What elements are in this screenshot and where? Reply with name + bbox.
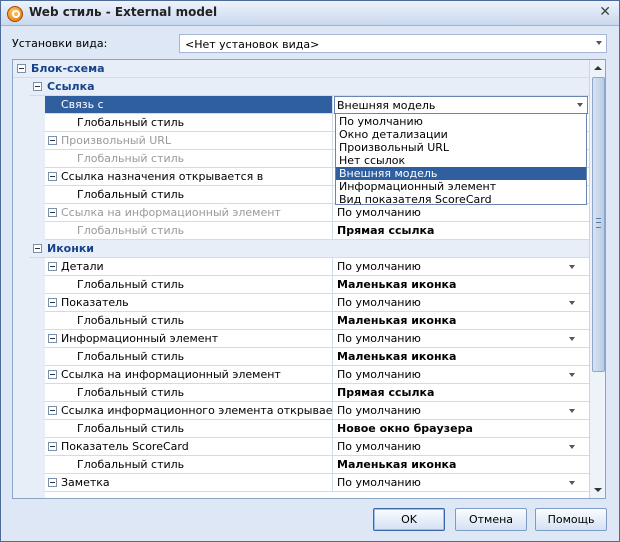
property-name: Глобальный стиль bbox=[45, 276, 333, 293]
property-row[interactable]: Детали По умолчанию bbox=[45, 258, 589, 276]
chevron-down-icon[interactable] bbox=[569, 337, 575, 341]
property-name: Ссылка информационного элемента открывае… bbox=[45, 402, 333, 419]
property-row[interactable]: Ссылка на информационный элемент По умол… bbox=[45, 366, 589, 384]
property-name: Ссылка на информационный элемент bbox=[45, 204, 333, 221]
view-settings-select[interactable]: <Нет установок вида> bbox=[179, 34, 607, 53]
dialog-window: Web стиль - External model ✕ Установки в… bbox=[0, 0, 620, 542]
dropdown-option[interactable]: По умолчанию bbox=[336, 115, 586, 128]
vertical-scrollbar[interactable] bbox=[589, 60, 605, 498]
ok-button[interactable]: OK bbox=[373, 508, 445, 531]
property-row[interactable]: Глобальный стиль Маленькая иконка bbox=[45, 456, 589, 474]
group-link[interactable]: Ссылка bbox=[29, 78, 589, 96]
property-value[interactable]: По умолчанию bbox=[335, 294, 585, 311]
view-settings-label: Установки вида: bbox=[12, 37, 108, 50]
property-value[interactable]: По умолчанию bbox=[335, 366, 585, 383]
chevron-down-icon[interactable] bbox=[569, 445, 575, 449]
property-value[interactable]: По умолчанию bbox=[335, 474, 585, 491]
property-name: Заметка bbox=[45, 474, 333, 491]
property-row[interactable]: Показатель По умолчанию bbox=[45, 294, 589, 312]
property-value[interactable]: Маленькая иконка bbox=[335, 456, 585, 473]
app-logo-icon bbox=[7, 6, 23, 22]
dropdown-option[interactable]: Информационный элемент bbox=[336, 180, 586, 193]
property-value[interactable]: Новое окно браузера bbox=[335, 420, 585, 437]
property-row[interactable]: Глобальный стиль Маленькая иконка bbox=[45, 276, 589, 294]
window-title: Web стиль - External model bbox=[29, 5, 218, 19]
dropdown-option-selected[interactable]: Внешняя модель bbox=[336, 167, 586, 180]
chevron-down-icon[interactable] bbox=[596, 41, 602, 45]
chevron-down-icon[interactable] bbox=[569, 481, 575, 485]
chevron-down-icon[interactable] bbox=[577, 103, 583, 107]
scroll-up-icon[interactable] bbox=[590, 60, 605, 76]
chevron-down-icon[interactable] bbox=[569, 409, 575, 413]
chevron-down-icon[interactable] bbox=[569, 301, 575, 305]
property-row[interactable]: Ссылка на информационный элемент По умол… bbox=[45, 204, 589, 222]
property-row[interactable]: Заметка По умолчанию bbox=[45, 474, 589, 492]
property-name: Глобальный стиль bbox=[45, 222, 333, 239]
link-to-value: Внешняя модель bbox=[337, 99, 436, 112]
property-name: Показатель ScoreCard bbox=[45, 438, 333, 455]
property-value[interactable]: Прямая ссылка bbox=[335, 384, 585, 401]
property-name: Глобальный стиль bbox=[45, 114, 333, 131]
property-value[interactable]: Прямая ссылка bbox=[335, 222, 585, 239]
property-name: Глобальный стиль bbox=[45, 456, 333, 473]
dropdown-option[interactable]: Вид показателя ScoreCard bbox=[336, 193, 586, 206]
link-to-dropdown-list: По умолчанию Окно детализации Произвольн… bbox=[335, 113, 587, 206]
property-name: Глобальный стиль bbox=[45, 150, 333, 167]
help-button[interactable]: Помощь bbox=[535, 508, 607, 531]
scroll-thumb[interactable] bbox=[592, 77, 605, 372]
property-value[interactable]: Маленькая иконка bbox=[335, 312, 585, 329]
property-name: Глобальный стиль bbox=[45, 384, 333, 401]
property-name: Глобальный стиль bbox=[45, 420, 333, 437]
cancel-button[interactable]: Отмена bbox=[455, 508, 527, 531]
property-row[interactable]: Ссылка информационного элемента открывае… bbox=[45, 402, 589, 420]
collapse-icon[interactable] bbox=[33, 244, 42, 253]
category-flowchart[interactable]: Блок-схема bbox=[13, 60, 589, 78]
title-bar: Web стиль - External model ✕ bbox=[1, 1, 619, 26]
property-value[interactable]: По умолчанию bbox=[335, 438, 585, 455]
property-name: Показатель bbox=[45, 294, 333, 311]
property-name: Ссылка назначения открывается в bbox=[45, 168, 333, 185]
collapse-icon[interactable] bbox=[33, 82, 42, 91]
scroll-down-icon[interactable] bbox=[590, 482, 605, 498]
property-row[interactable]: Показатель ScoreCard По умолчанию bbox=[45, 438, 589, 456]
dropdown-option[interactable]: Окно детализации bbox=[336, 128, 586, 141]
property-row[interactable]: Глобальный стиль Прямая ссылка bbox=[45, 222, 589, 240]
property-value[interactable]: По умолчанию bbox=[335, 330, 585, 347]
property-name: Связь с bbox=[45, 96, 333, 113]
view-settings-value: <Нет установок вида> bbox=[185, 38, 320, 51]
grip-icon bbox=[596, 218, 601, 228]
property-name: Глобальный стиль bbox=[45, 312, 333, 329]
group-icons[interactable]: Иконки bbox=[29, 240, 589, 258]
chevron-down-icon[interactable] bbox=[569, 373, 575, 377]
property-name: Произвольный URL bbox=[45, 132, 333, 149]
property-value[interactable]: По умолчанию bbox=[335, 402, 585, 419]
property-row[interactable]: Информационный элемент По умолчанию bbox=[45, 330, 589, 348]
property-name: Информационный элемент bbox=[45, 330, 333, 347]
close-icon[interactable]: ✕ bbox=[599, 4, 611, 20]
property-row[interactable]: Глобальный стиль Маленькая иконка bbox=[45, 312, 589, 330]
property-row[interactable]: Глобальный стиль Прямая ссылка bbox=[45, 384, 589, 402]
property-row[interactable]: Глобальный стиль Маленькая иконка bbox=[45, 348, 589, 366]
property-name: Глобальный стиль bbox=[45, 348, 333, 365]
chevron-down-icon[interactable] bbox=[569, 265, 575, 269]
property-value[interactable]: По умолчанию bbox=[335, 204, 585, 221]
property-value[interactable]: Маленькая иконка bbox=[335, 276, 585, 293]
property-row[interactable]: Глобальный стиль Новое окно браузера bbox=[45, 420, 589, 438]
property-name: Ссылка на информационный элемент bbox=[45, 366, 333, 383]
property-value[interactable]: По умолчанию bbox=[335, 258, 585, 275]
link-to-combobox[interactable]: Внешняя модель bbox=[334, 96, 588, 114]
collapse-icon[interactable] bbox=[17, 64, 26, 73]
property-value[interactable]: Маленькая иконка bbox=[335, 348, 585, 365]
property-name: Детали bbox=[45, 258, 333, 275]
dropdown-option[interactable]: Произвольный URL bbox=[336, 141, 586, 154]
dropdown-option[interactable]: Нет ссылок bbox=[336, 154, 586, 167]
property-name: Глобальный стиль bbox=[45, 186, 333, 203]
